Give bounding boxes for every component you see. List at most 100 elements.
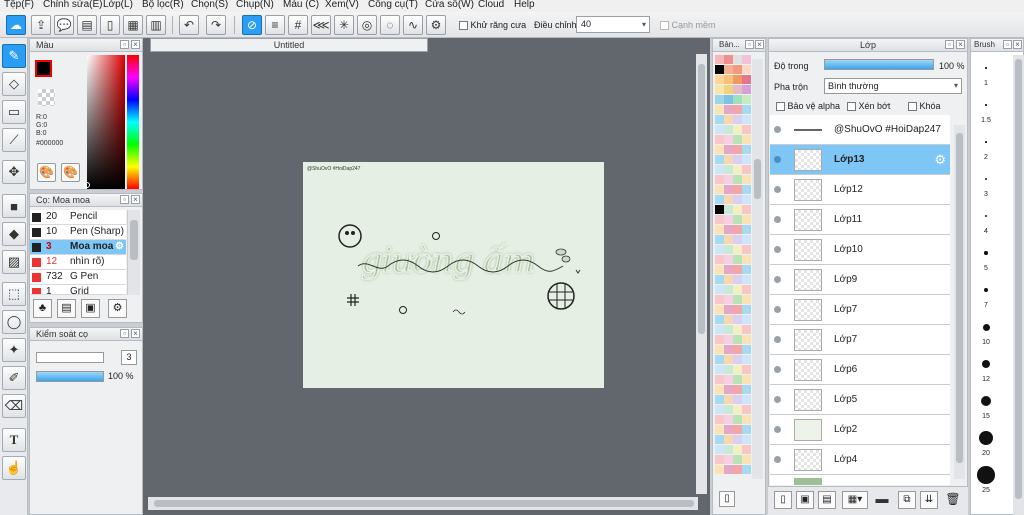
color-swatch[interactable] [724, 255, 733, 264]
blend-mode-select[interactable]: Bình thường ▾ [824, 78, 962, 94]
magic-wand-tool-icon[interactable]: ✦ [2, 338, 26, 362]
panel-float-icon[interactable]: ▫ [120, 329, 129, 338]
bucket-tool-icon[interactable]: ◆ [2, 222, 26, 246]
curve-icon[interactable]: ∿ [403, 15, 423, 35]
color-swatch[interactable] [715, 145, 724, 154]
new-raster-layer-icon[interactable]: ▣ [796, 491, 814, 509]
brush-size-scrollbar[interactable] [1013, 55, 1024, 515]
color-swatch[interactable] [715, 245, 724, 254]
brush-size-preview[interactable] [981, 359, 991, 369]
color-swatch[interactable] [742, 75, 751, 84]
color-swatch[interactable] [715, 305, 724, 314]
color-swatch[interactable] [733, 275, 742, 284]
color-swatch[interactable] [724, 265, 733, 274]
brush-size-preview[interactable] [982, 323, 990, 331]
color-swatch[interactable] [715, 65, 724, 74]
color-swatch[interactable] [724, 135, 733, 144]
line-tool-icon[interactable]: ⟋ [2, 128, 26, 152]
concentric-icon[interactable]: ◎ [357, 15, 377, 35]
color-swatch[interactable] [742, 355, 751, 364]
menu-tools[interactable]: Công cụ(T) [368, 0, 418, 10]
menu-filter[interactable]: Bộ lọc(R) [142, 0, 184, 10]
color-swatch[interactable] [742, 385, 751, 394]
canvas-vertical-scrollbar[interactable] [696, 54, 707, 494]
color-swatch[interactable] [715, 205, 724, 214]
brush-item[interactable]: 1 Grid [30, 285, 126, 295]
color-swatch[interactable] [742, 345, 751, 354]
gear-icon[interactable]: ⚙ [934, 152, 946, 168]
menu-color[interactable]: Màu (C) [283, 0, 319, 10]
color-swatch[interactable] [724, 415, 733, 424]
panel-float-icon[interactable]: ▫ [120, 40, 129, 49]
color-swatch[interactable] [733, 325, 742, 334]
color-swatch[interactable] [715, 275, 724, 284]
color-swatch[interactable] [733, 355, 742, 364]
color-swatch[interactable] [742, 275, 751, 284]
brush-add-icon[interactable]: ♣ [33, 299, 52, 318]
color-swatch[interactable] [733, 115, 742, 124]
layer-row[interactable]: Lớp11 [770, 205, 950, 235]
color-swatch[interactable] [742, 185, 751, 194]
color-swatch[interactable] [733, 105, 742, 114]
layer-row[interactable]: Lớp5 [770, 385, 950, 415]
layer-scrollbar[interactable] [954, 125, 965, 479]
brush-list-scrollbar[interactable] [127, 210, 140, 295]
eye-icon[interactable] [774, 306, 781, 313]
color-swatch[interactable] [742, 335, 751, 344]
duplicate-layer-icon[interactable]: ⧉ [898, 491, 916, 509]
brush-size-preview[interactable] [985, 104, 987, 106]
menu-select[interactable]: Chọn(S) [191, 0, 228, 10]
panel-close-icon[interactable]: × [131, 195, 140, 204]
palette-edit-icon[interactable]: 🎨 [61, 163, 80, 182]
menu-view[interactable]: Xem(V) [325, 0, 359, 10]
color-swatch[interactable] [715, 425, 724, 434]
primary-color-swatch[interactable] [35, 60, 52, 77]
color-swatch[interactable] [715, 375, 724, 384]
layer-row[interactable]: Lớp9 [770, 265, 950, 295]
color-swatch[interactable] [724, 455, 733, 464]
color-swatch[interactable] [742, 125, 751, 134]
color-swatch[interactable] [715, 355, 724, 364]
select-tool-icon[interactable]: ⬚ [2, 282, 26, 306]
menu-layer[interactable]: Lớp(L) [103, 0, 133, 10]
grid-doc-icon[interactable]: ▦ [123, 15, 143, 35]
layer-row[interactable]: Lớp4 [770, 445, 950, 475]
color-swatch[interactable] [733, 415, 742, 424]
color-swatch[interactable] [715, 195, 724, 204]
brush-item[interactable]: 10 Pen (Sharp) [30, 225, 126, 240]
color-swatch[interactable] [742, 165, 751, 174]
color-swatch[interactable] [742, 135, 751, 144]
color-swatch[interactable] [724, 365, 733, 374]
protect-alpha-checkbox[interactable] [776, 102, 785, 112]
color-swatch[interactable] [724, 205, 733, 214]
document-tab[interactable]: Untitled [150, 38, 428, 52]
color-swatch[interactable] [733, 295, 742, 304]
eye-icon[interactable] [774, 186, 781, 193]
brush-size-input[interactable]: 3 [121, 350, 137, 365]
pointer-tool-icon[interactable]: ☝ [2, 456, 26, 480]
eye-icon[interactable] [774, 126, 781, 133]
color-swatch[interactable] [715, 325, 724, 334]
color-swatch[interactable] [733, 345, 742, 354]
color-swatch[interactable] [733, 305, 742, 314]
snap-off-icon[interactable]: ⊘ [242, 15, 262, 35]
color-swatch[interactable] [724, 355, 733, 364]
color-swatch[interactable] [733, 395, 742, 404]
color-swatch[interactable] [715, 435, 724, 444]
radial-icon[interactable]: ✳ [334, 15, 354, 35]
gear-icon[interactable]: ⚙ [115, 240, 124, 254]
brush-size-preview[interactable] [983, 287, 989, 293]
color-swatch[interactable] [724, 245, 733, 254]
export-icon[interactable]: ⇪ [31, 15, 51, 35]
layer-row[interactable]: Lớp12 [770, 175, 950, 205]
color-swatch[interactable] [724, 215, 733, 224]
antialias-option[interactable]: Khử răng cưa [459, 20, 526, 31]
color-swatch[interactable] [724, 225, 733, 234]
color-swatch[interactable] [742, 175, 751, 184]
merge-layer-icon[interactable]: ⇊ [920, 491, 938, 509]
color-swatch[interactable] [724, 145, 733, 154]
transparent-swatch[interactable] [38, 89, 55, 106]
protect-alpha-option[interactable]: Bảo vệ alpha [776, 101, 840, 112]
color-swatch[interactable] [733, 145, 742, 154]
color-swatch[interactable] [733, 95, 742, 104]
